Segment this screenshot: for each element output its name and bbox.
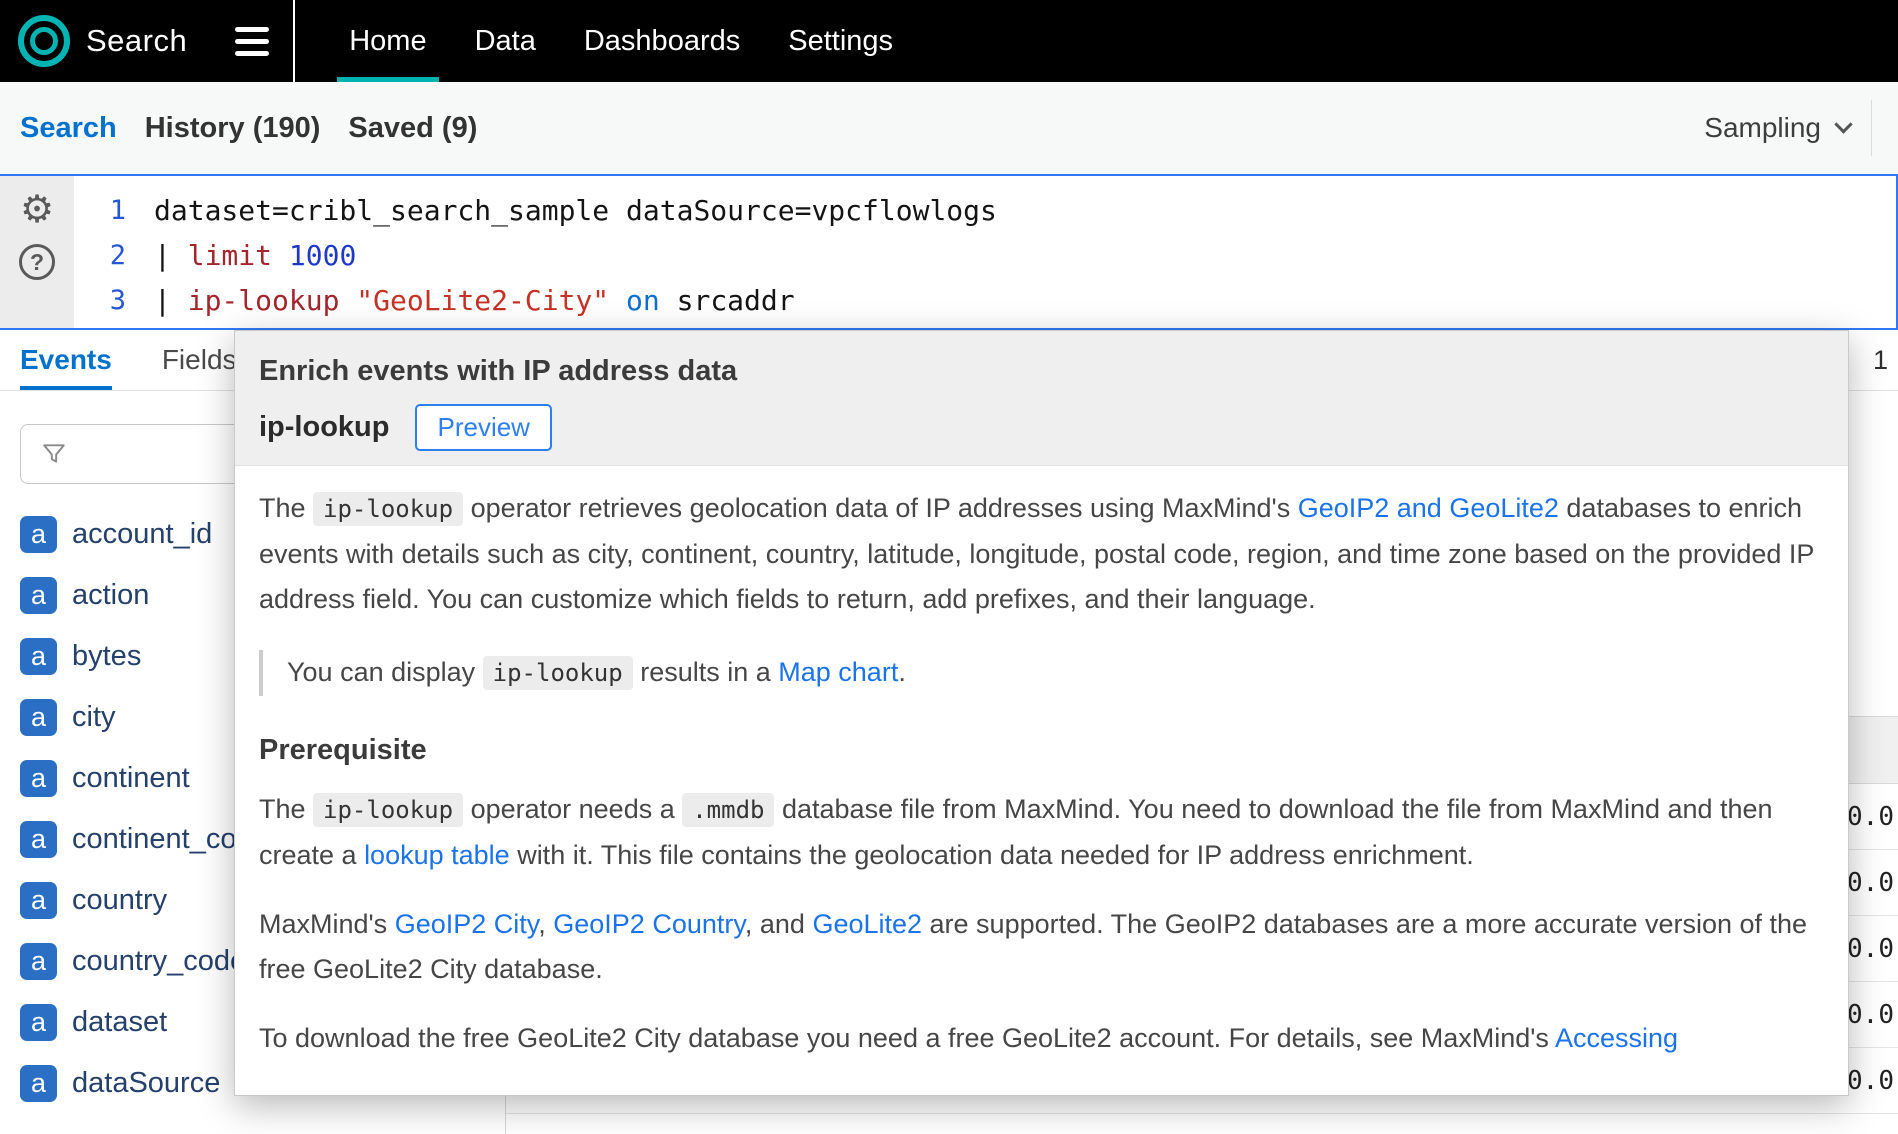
field-name: action <box>72 579 149 612</box>
code-line[interactable]: 1 dataset=cribl_search_sample dataSource=… <box>74 188 1896 233</box>
ip-lookup-doc-popup: Enrich events with IP address data ip-lo… <box>234 330 1849 1096</box>
field-type-icon: a <box>20 760 57 797</box>
popup-paragraph: The ip-lookup operator needs a .mmdb dat… <box>259 787 1824 878</box>
line-number: 3 <box>74 285 126 316</box>
doc-link[interactable]: GeoLite2 <box>812 909 922 939</box>
field-type-icon: a <box>20 516 57 553</box>
field-type-icon: a <box>20 943 57 980</box>
inline-code: ip-lookup <box>313 793 463 827</box>
editor-gutter: ⚙ ? <box>0 176 74 328</box>
field-name: bytes <box>72 640 141 673</box>
app-title: Search <box>86 23 187 59</box>
popup-operator-row: ip-lookup Preview <box>259 404 1824 451</box>
field-name: country_code <box>72 945 246 978</box>
inline-code: ip-lookup <box>483 656 633 690</box>
results-tabs: Events Fields <box>20 330 237 390</box>
top-nav-bar: Search Home Data Dashboards Settings <box>0 0 1898 82</box>
tab-saved-9[interactable]: Saved (9) <box>348 112 477 145</box>
field-name: continent_co <box>72 823 236 856</box>
hamburger-menu-icon[interactable] <box>235 27 269 56</box>
field-type-icon: a <box>20 882 57 919</box>
doc-link[interactable]: Map chart <box>778 657 898 687</box>
field-name: account_id <box>72 518 212 551</box>
field-name: dataSource <box>72 1067 220 1100</box>
cribl-logo-icon[interactable] <box>18 15 70 67</box>
popup-body: The ip-lookup operator retrieves geoloca… <box>235 466 1848 1061</box>
code-text: | ip-lookup "GeoLite2-City" on srcaddr <box>154 284 795 317</box>
popup-paragraph: MaxMind's GeoIP2 City, GeoIP2 Country, a… <box>259 902 1824 992</box>
filter-icon <box>41 441 67 467</box>
field-type-icon: a <box>20 638 57 675</box>
field-name: dataset <box>72 1006 167 1039</box>
doc-link[interactable]: lookup table <box>364 840 510 870</box>
popup-title: Enrich events with IP address data <box>259 355 1824 388</box>
preview-button[interactable]: Preview <box>415 404 551 451</box>
doc-link[interactable]: GeoIP2 and GeoLite2 <box>1298 493 1559 523</box>
field-name: continent <box>72 762 190 795</box>
doc-link[interactable]: GeoIP2 Country <box>553 909 745 939</box>
main-nav: Home Data Dashboards Settings <box>349 0 893 82</box>
sampling-label: Sampling <box>1704 112 1821 144</box>
field-type-icon: a <box>20 699 57 736</box>
sampling-dropdown[interactable]: Sampling <box>1704 112 1850 144</box>
field-type-icon: a <box>20 1065 57 1102</box>
query-editor[interactable]: ⚙ ? 1 dataset=cribl_search_sample dataSou… <box>0 174 1898 330</box>
doc-link[interactable]: Accessing <box>1555 1023 1678 1053</box>
tab-events[interactable]: Events <box>20 330 112 390</box>
toolbar-divider <box>1871 100 1872 156</box>
chevron-down-icon <box>1834 115 1852 133</box>
help-icon[interactable]: ? <box>19 244 55 280</box>
search-tabs: Search History (190) Saved (9) <box>20 112 477 145</box>
gear-icon[interactable]: ⚙ <box>20 190 54 228</box>
event-count-sliver: 1 <box>1873 345 1888 376</box>
search-tabs-bar: Search History (190) Saved (9) Sampling <box>0 82 1898 174</box>
field-type-icon: a <box>20 577 57 614</box>
popup-note: You can display ip-lookup results in a M… <box>259 650 1824 696</box>
nav-item-settings[interactable]: Settings <box>788 0 893 82</box>
tab-search[interactable]: Search <box>20 112 117 145</box>
code-lines[interactable]: 1 dataset=cribl_search_sample dataSource=… <box>74 176 1896 328</box>
popup-paragraph: The ip-lookup operator retrieves geoloca… <box>259 486 1824 622</box>
popup-header: Enrich events with IP address data ip-lo… <box>235 331 1848 466</box>
cell-value: 0.0 <box>1847 1066 1894 1096</box>
doc-link[interactable]: GeoIP2 City <box>395 909 539 939</box>
code-line[interactable]: 3 | ip-lookup "GeoLite2-City" on srcaddr <box>74 278 1896 323</box>
popup-subheading: Prerequisite <box>259 728 1824 773</box>
popup-paragraph: To download the free GeoLite2 City datab… <box>259 1016 1824 1061</box>
field-name: city <box>72 701 116 734</box>
nav-item-dashboards[interactable]: Dashboards <box>584 0 740 82</box>
app-window: Search Home Data Dashboards Settings Search… <box>0 0 1898 1134</box>
field-type-icon: a <box>20 821 57 858</box>
code-text: dataset=cribl_search_sample dataSource=v… <box>154 194 997 227</box>
field-type-icon: a <box>20 1004 57 1041</box>
inline-code: ip-lookup <box>313 492 463 526</box>
code-line[interactable]: 2 | limit 1000 <box>74 233 1896 278</box>
inline-code: .mmdb <box>682 793 774 827</box>
nav-item-data[interactable]: Data <box>475 0 536 82</box>
tab-fields[interactable]: Fields <box>162 330 237 390</box>
field-name: country <box>72 884 167 917</box>
nav-item-home[interactable]: Home <box>349 0 426 82</box>
operator-name: ip-lookup <box>259 411 389 444</box>
line-number: 1 <box>74 195 126 226</box>
code-text: | limit 1000 <box>154 239 356 272</box>
line-number: 2 <box>74 240 126 271</box>
tab-history-190[interactable]: History (190) <box>145 112 321 145</box>
nav-divider <box>293 0 295 82</box>
